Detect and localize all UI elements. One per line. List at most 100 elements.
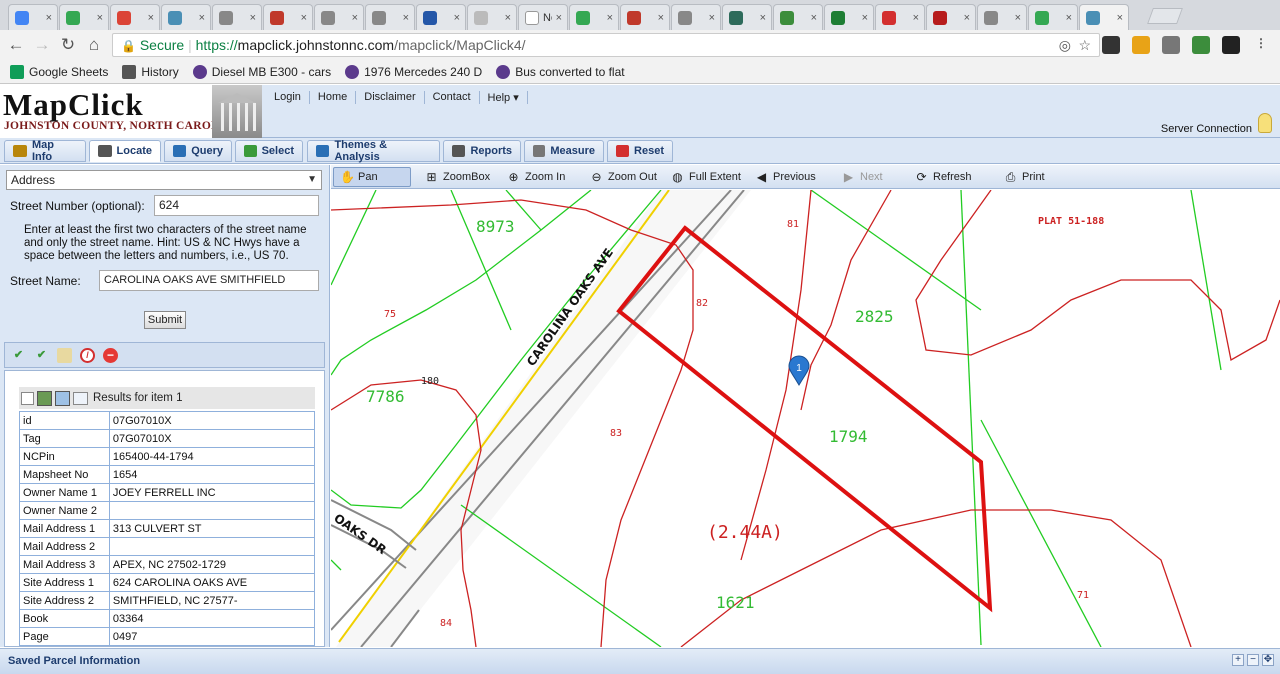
- block-icon[interactable]: /: [80, 348, 95, 363]
- back-icon[interactable]: ←: [6, 35, 26, 55]
- tool-print[interactable]: ⎙ Print: [998, 167, 1051, 187]
- tab-close-icon[interactable]: ×: [1117, 12, 1123, 24]
- home-icon[interactable]: ⌂: [84, 35, 104, 55]
- tab-select[interactable]: Select: [235, 140, 303, 162]
- tab-close-icon[interactable]: ×: [505, 12, 511, 24]
- tab-close-icon[interactable]: ×: [301, 12, 307, 24]
- tab-close-icon[interactable]: ×: [352, 12, 358, 24]
- forward-icon[interactable]: →: [32, 35, 52, 55]
- browser-tab[interactable]: ×: [671, 4, 721, 30]
- window-icon[interactable]: [73, 391, 88, 405]
- browser-tab[interactable]: ×: [365, 4, 415, 30]
- amazon-extension-icon[interactable]: [1222, 36, 1240, 54]
- browser-tab[interactable]: ×: [110, 4, 160, 30]
- saved-parcel-bar[interactable]: Saved Parcel Information + − ✥: [0, 648, 1280, 674]
- tab-close-icon[interactable]: ×: [862, 12, 868, 24]
- tab-reset[interactable]: Reset: [607, 140, 673, 162]
- url-input[interactable]: 🔒 Secure | https://mapclick.johnstonnc.c…: [112, 33, 1100, 57]
- extension-icon[interactable]: [1192, 36, 1210, 54]
- browser-tab[interactable]: ×: [977, 4, 1027, 30]
- browser-tab[interactable]: ×: [824, 4, 874, 30]
- browser-tab[interactable]: ×: [620, 4, 670, 30]
- check-all-icon[interactable]: ✔: [34, 348, 49, 363]
- map-canvas[interactable]: 1 8973 2825 1794 7786 1621 1988 81 82 75…: [331, 190, 1280, 647]
- browser-tab[interactable]: ×: [569, 4, 619, 30]
- browser-tab[interactable]: ×: [314, 4, 364, 30]
- tab-close-icon[interactable]: ×: [964, 12, 970, 24]
- cast-icon[interactable]: [1162, 36, 1180, 54]
- bookmark-item[interactable]: Bus converted to flat: [496, 64, 625, 79]
- browser-tab[interactable]: Nev ×: [518, 4, 568, 30]
- browser-tab[interactable]: ×: [212, 4, 262, 30]
- tool-zoombox[interactable]: ⊞ ZoomBox: [419, 167, 496, 187]
- tab-themes-analysis[interactable]: Themes & Analysis: [307, 139, 440, 163]
- tab-close-icon[interactable]: ×: [250, 12, 256, 24]
- top-menu-link[interactable]: Login: [266, 91, 310, 104]
- browser-tab[interactable]: ×: [926, 4, 976, 30]
- browser-tab[interactable]: ×: [416, 4, 466, 30]
- tab-query[interactable]: Query: [164, 140, 232, 162]
- zoom-to-parcel-icon[interactable]: [37, 390, 52, 406]
- tab-close-icon[interactable]: ×: [811, 12, 817, 24]
- select-checkbox[interactable]: [21, 391, 34, 405]
- download-extension-icon[interactable]: [1132, 36, 1150, 54]
- tab-close-icon[interactable]: ×: [658, 12, 664, 24]
- extension-icon[interactable]: [1102, 36, 1120, 54]
- submit-button[interactable]: Submit: [144, 311, 186, 329]
- folder-icon[interactable]: [57, 348, 72, 363]
- tab-reports[interactable]: Reports: [443, 140, 521, 162]
- browser-tab[interactable]: ×: [263, 4, 313, 30]
- browser-tab[interactable]: ×: [1079, 4, 1129, 30]
- top-menu-link[interactable]: Contact: [425, 91, 480, 104]
- tab-close-icon[interactable]: ×: [148, 12, 154, 24]
- tab-close-icon[interactable]: ×: [403, 12, 409, 24]
- street-number-input[interactable]: 624: [154, 195, 319, 216]
- location-icon[interactable]: ◎: [1059, 34, 1071, 56]
- tool-refresh[interactable]: ⟳ Refresh: [909, 167, 978, 187]
- street-name-input[interactable]: CAROLINA OAKS AVE SMITHFIELD: [99, 270, 319, 291]
- top-menu-link[interactable]: Home: [310, 91, 357, 104]
- browser-tab[interactable]: ×: [773, 4, 823, 30]
- tab-close-icon[interactable]: ×: [454, 12, 460, 24]
- expand-icon[interactable]: +: [1232, 654, 1244, 666]
- top-menu-link[interactable]: Help ▾: [480, 91, 528, 104]
- browser-tab[interactable]: ×: [1028, 4, 1078, 30]
- browser-tab[interactable]: ×: [161, 4, 211, 30]
- bookmark-item[interactable]: 1976 Mercedes 240 D: [345, 64, 482, 79]
- tab-close-icon[interactable]: ×: [760, 12, 766, 24]
- tab-close-icon[interactable]: ×: [709, 12, 715, 24]
- bookmark-item[interactable]: Google Sheets: [10, 64, 108, 79]
- bookmark-item[interactable]: History: [122, 64, 179, 79]
- tab-close-icon[interactable]: ×: [46, 12, 52, 24]
- remove-icon[interactable]: −: [103, 348, 118, 363]
- browser-tab[interactable]: ×: [59, 4, 109, 30]
- tool-full-extent[interactable]: ◍ Full Extent: [665, 167, 747, 187]
- browser-tab[interactable]: ×: [467, 4, 517, 30]
- tab-close-icon[interactable]: ×: [1015, 12, 1021, 24]
- tab-close-icon[interactable]: ×: [1066, 12, 1072, 24]
- map-view[interactable]: 1 8973 2825 1794 7786 1621 1988 81 82 75…: [331, 190, 1280, 647]
- move-icon[interactable]: ✥: [1262, 654, 1274, 666]
- result-marker[interactable]: 1: [788, 355, 810, 386]
- tool-pan[interactable]: ✋ Pan: [333, 167, 411, 187]
- new-tab-button[interactable]: [1147, 8, 1183, 24]
- export-icon[interactable]: [55, 390, 70, 406]
- bookmark-star-icon[interactable]: ☆: [1078, 34, 1091, 56]
- menu-icon[interactable]: ⋮: [1252, 36, 1270, 54]
- browser-tab[interactable]: ×: [8, 4, 58, 30]
- tool-zoom-in[interactable]: ⊕ Zoom In: [501, 167, 571, 187]
- search-type-select[interactable]: Address ▼: [6, 170, 322, 190]
- tab-close-icon[interactable]: ×: [556, 12, 562, 24]
- tab-map-info[interactable]: Map Info: [4, 139, 86, 163]
- tab-locate[interactable]: Locate: [89, 140, 161, 162]
- tab-close-icon[interactable]: ×: [607, 12, 613, 24]
- bookmark-item[interactable]: Diesel MB E300 - cars: [192, 64, 331, 79]
- tab-measure[interactable]: Measure: [524, 140, 604, 162]
- tool-previous[interactable]: ◀ Previous: [749, 167, 822, 187]
- browser-tab[interactable]: ×: [875, 4, 925, 30]
- top-menu-link[interactable]: Disclaimer: [356, 91, 425, 104]
- check-add-icon[interactable]: ✔: [11, 348, 26, 363]
- reload-icon[interactable]: ↻: [58, 35, 78, 55]
- tab-close-icon[interactable]: ×: [913, 12, 919, 24]
- browser-tab[interactable]: ×: [722, 4, 772, 30]
